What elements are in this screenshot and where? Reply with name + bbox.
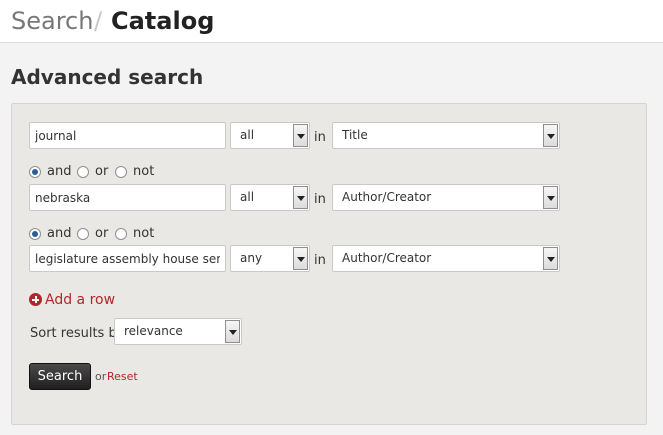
chevron-down-icon xyxy=(293,124,308,147)
radio-and-2[interactable] xyxy=(29,166,41,178)
radio-or-2-label: or xyxy=(95,164,109,179)
breadcrumb-search-link[interactable]: Search xyxy=(11,6,93,36)
match-select-3[interactable]: any xyxy=(230,245,310,272)
field-select-3-value: Author/Creator xyxy=(342,251,432,265)
field-select-1-value: Title xyxy=(342,128,368,142)
in-label-2: in xyxy=(314,192,326,207)
plus-circle-icon xyxy=(29,293,42,306)
radio-not-2-label: not xyxy=(133,164,155,179)
field-select-3[interactable]: Author/Creator xyxy=(332,245,560,272)
radio-and-3-label: and xyxy=(47,226,72,241)
chevron-down-icon xyxy=(543,124,558,147)
field-select-2[interactable]: Author/Creator xyxy=(332,184,560,211)
field-select-1[interactable]: Title xyxy=(332,122,560,149)
query-input-2[interactable] xyxy=(29,184,226,211)
match-select-1[interactable]: all xyxy=(230,122,310,149)
radio-not-3-label: not xyxy=(133,226,155,241)
chevron-down-icon xyxy=(543,247,558,270)
operator-group-2: and or not xyxy=(29,164,159,180)
add-row-label: Add a row xyxy=(45,292,116,308)
sort-select[interactable]: relevance xyxy=(114,318,242,345)
header-bar: Search / Catalog xyxy=(0,0,663,43)
sort-select-value: relevance xyxy=(124,324,183,338)
radio-or-3-label: or xyxy=(95,226,109,241)
radio-or-2[interactable] xyxy=(77,166,89,178)
sort-label: Sort results by xyxy=(30,326,125,341)
radio-not-2[interactable] xyxy=(115,166,127,178)
match-select-2-value: all xyxy=(240,190,255,204)
in-label-3: in xyxy=(314,253,326,268)
radio-or-3[interactable] xyxy=(77,228,89,240)
chevron-down-icon xyxy=(293,247,308,270)
in-label-1: in xyxy=(314,130,326,145)
match-select-2[interactable]: all xyxy=(230,184,310,211)
chevron-down-icon xyxy=(225,320,240,343)
field-select-2-value: Author/Creator xyxy=(342,190,432,204)
radio-and-2-label: and xyxy=(47,164,72,179)
breadcrumb-catalog: Catalog xyxy=(111,7,215,35)
breadcrumb-separator: / xyxy=(94,7,103,35)
match-select-1-value: all xyxy=(240,128,255,142)
match-select-3-value: any xyxy=(240,251,263,265)
query-input-1[interactable] xyxy=(29,122,226,149)
radio-and-3[interactable] xyxy=(29,228,41,240)
or-text: or xyxy=(95,370,107,383)
page-title: Advanced search xyxy=(11,65,204,89)
chevron-down-icon xyxy=(293,186,308,209)
radio-not-3[interactable] xyxy=(115,228,127,240)
operator-group-3: and or not xyxy=(29,226,159,242)
chevron-down-icon xyxy=(543,186,558,209)
query-input-3[interactable] xyxy=(29,245,226,272)
search-button[interactable]: Search xyxy=(29,363,91,390)
reset-link[interactable]: Reset xyxy=(107,370,138,384)
